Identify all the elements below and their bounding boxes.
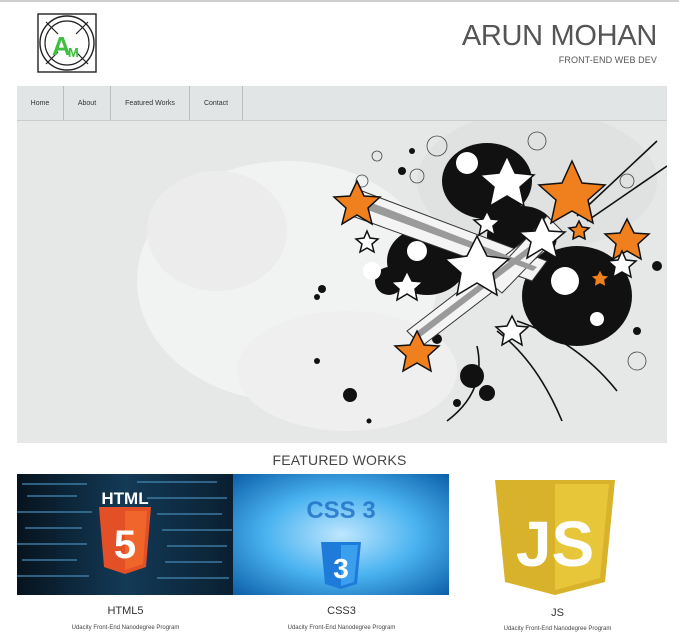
work-description-css3: Udacity Front-End Nanodegree Program — [287, 625, 396, 631]
browser-top-border — [0, 0, 679, 2]
logo-emblem-icon: A M — [37, 13, 97, 73]
site-title: ARUN MOHAN — [461, 20, 657, 52]
js-logo-icon: JS — [495, 480, 615, 595]
work-title-html5: HTML5 — [107, 605, 144, 617]
html5-thumbnail[interactable]: HTML 5 — [17, 474, 234, 595]
html5-logo-icon: HTML 5 — [17, 474, 234, 595]
css3-thumb-text: CSS 3 — [306, 497, 375, 524]
work-card-js: JS JS Udacity Front-End Nanodegree Progr… — [449, 474, 666, 632]
css3-logo-icon: CSS 3 3 — [233, 474, 450, 595]
site-logo[interactable]: A M — [37, 13, 97, 73]
main-nav: Home About Featured Works Contact — [17, 86, 667, 121]
nav-home[interactable]: Home — [17, 86, 64, 120]
work-description-html5: Udacity Front-End Nanodegree Program — [71, 625, 180, 631]
js-thumbnail[interactable]: JS — [449, 474, 666, 595]
nav-contact[interactable]: Contact — [190, 86, 243, 120]
html5-badge-number: 5 — [114, 523, 136, 567]
site-subtitle: FRONT-END WEB DEV — [558, 55, 657, 65]
work-title-js: JS — [551, 607, 564, 619]
nav-featured-works[interactable]: Featured Works — [111, 86, 190, 120]
nav-about[interactable]: About — [64, 86, 111, 120]
work-title-css3: CSS3 — [327, 605, 356, 617]
hero-banner — [17, 121, 667, 443]
css3-thumbnail[interactable]: CSS 3 3 — [233, 474, 450, 595]
js-thumb-text: JS — [516, 508, 594, 580]
work-description-js: Udacity Front-End Nanodegree Program — [503, 626, 612, 632]
work-card-html5: HTML 5 HTML5 Udacity Front-End Nanodegre… — [17, 474, 234, 631]
stars-artwork-image — [137, 121, 667, 431]
html5-thumb-text: HTML — [101, 489, 148, 508]
work-card-css3: CSS 3 3 CSS3 Udacity Front-End Nanodegre… — [233, 474, 450, 631]
logo-letter-m: M — [68, 45, 79, 60]
featured-works-heading: FEATURED WORKS — [272, 452, 407, 468]
css3-badge-number: 3 — [333, 553, 349, 584]
